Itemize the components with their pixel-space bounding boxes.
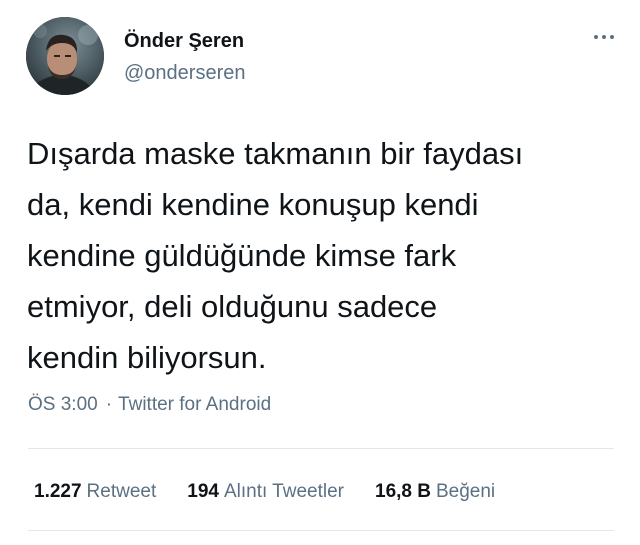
meta-separator: · [105, 394, 113, 415]
tweet-text: Dışarda maske takmanın bir faydası da, k… [27, 136, 524, 375]
tweet-time[interactable]: ÖS 3:00 [28, 394, 98, 415]
author-display-name[interactable]: Önder Şeren [124, 30, 244, 53]
author-handle[interactable]: @onderseren [124, 62, 245, 85]
quotes-stat[interactable]: 194 Alıntı Tweetler [187, 481, 344, 503]
divider-bottom [28, 530, 614, 531]
likes-stat[interactable]: 16,8 B Beğeni [375, 481, 495, 503]
more-horizontal-icon [594, 35, 614, 39]
quotes-label: Alıntı Tweetler [223, 481, 344, 502]
tweet-meta: ÖS 3:00 · Twitter for Android [28, 394, 271, 416]
likes-label: Beğeni [435, 481, 496, 502]
quotes-count: 194 [187, 481, 219, 502]
retweets-count: 1.227 [34, 481, 82, 502]
retweets-stat[interactable]: 1.227 Retweet [34, 481, 156, 503]
profile-photo [26, 17, 104, 95]
divider-top [28, 448, 614, 449]
tweet-stats: 1.227 Retweet 194 Alıntı Tweetler 16,8 B Beğe… [34, 481, 495, 503]
avatar[interactable] [26, 17, 104, 95]
tweet-card: Önder Şeren @onderseren Dışarda maske ta… [0, 0, 640, 545]
likes-count: 16,8 B [375, 481, 431, 502]
more-options-button[interactable] [588, 26, 620, 48]
tweet-source[interactable]: Twitter for Android [118, 394, 271, 415]
retweets-label: Retweet [86, 481, 157, 502]
